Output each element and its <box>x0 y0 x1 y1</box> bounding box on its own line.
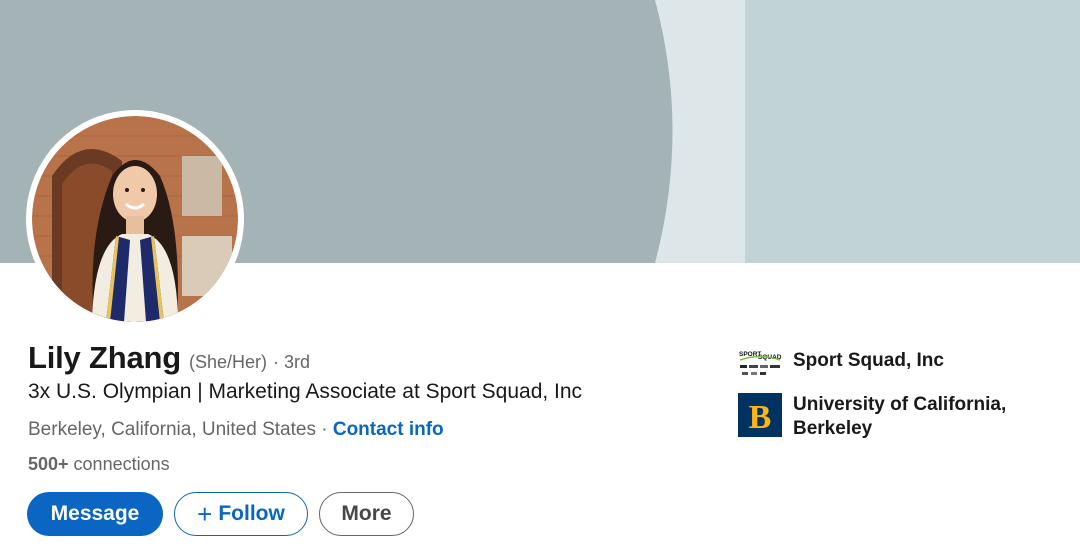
company-name: Sport Squad, Inc <box>793 350 944 371</box>
profile-location: Berkeley, California, United States <box>28 419 316 440</box>
sport-squad-logo: SPORT SQUAD <box>738 347 782 391</box>
message-button[interactable]: Message <box>27 492 163 536</box>
svg-text:B: B <box>749 399 772 436</box>
profile-name: Lily Zhang <box>28 340 182 375</box>
contact-info-link[interactable]: Contact info <box>333 419 444 440</box>
plus-icon: + <box>197 499 213 529</box>
education-school[interactable]: B University of California, Berkeley <box>738 393 1033 441</box>
connections-number: 500+ <box>28 454 69 474</box>
connections-label: connections <box>68 454 170 474</box>
location-row: Berkeley, California, United States · Co… <box>28 419 444 441</box>
profile-pronouns: (She/Her) <box>189 352 268 372</box>
profile-photo[interactable] <box>26 110 244 328</box>
profile-headline: 3x U.S. Olympian | Marketing Associate a… <box>28 380 583 403</box>
school-name: University of California, Berkeley <box>793 394 1007 439</box>
follow-label: Follow <box>218 502 285 525</box>
uc-berkeley-logo: B <box>738 393 782 437</box>
location-separator: · <box>315 419 333 440</box>
more-button[interactable]: More <box>319 492 414 536</box>
name-row: Lily Zhang (She/Her) · 3rd <box>28 340 310 376</box>
follow-button[interactable]: + Follow <box>174 492 308 536</box>
connection-degree: · 3rd <box>273 352 311 372</box>
connections-count[interactable]: 500+ connections <box>28 454 170 475</box>
current-company[interactable]: SPORT SQUAD Sport Squad, Inc <box>738 347 944 391</box>
